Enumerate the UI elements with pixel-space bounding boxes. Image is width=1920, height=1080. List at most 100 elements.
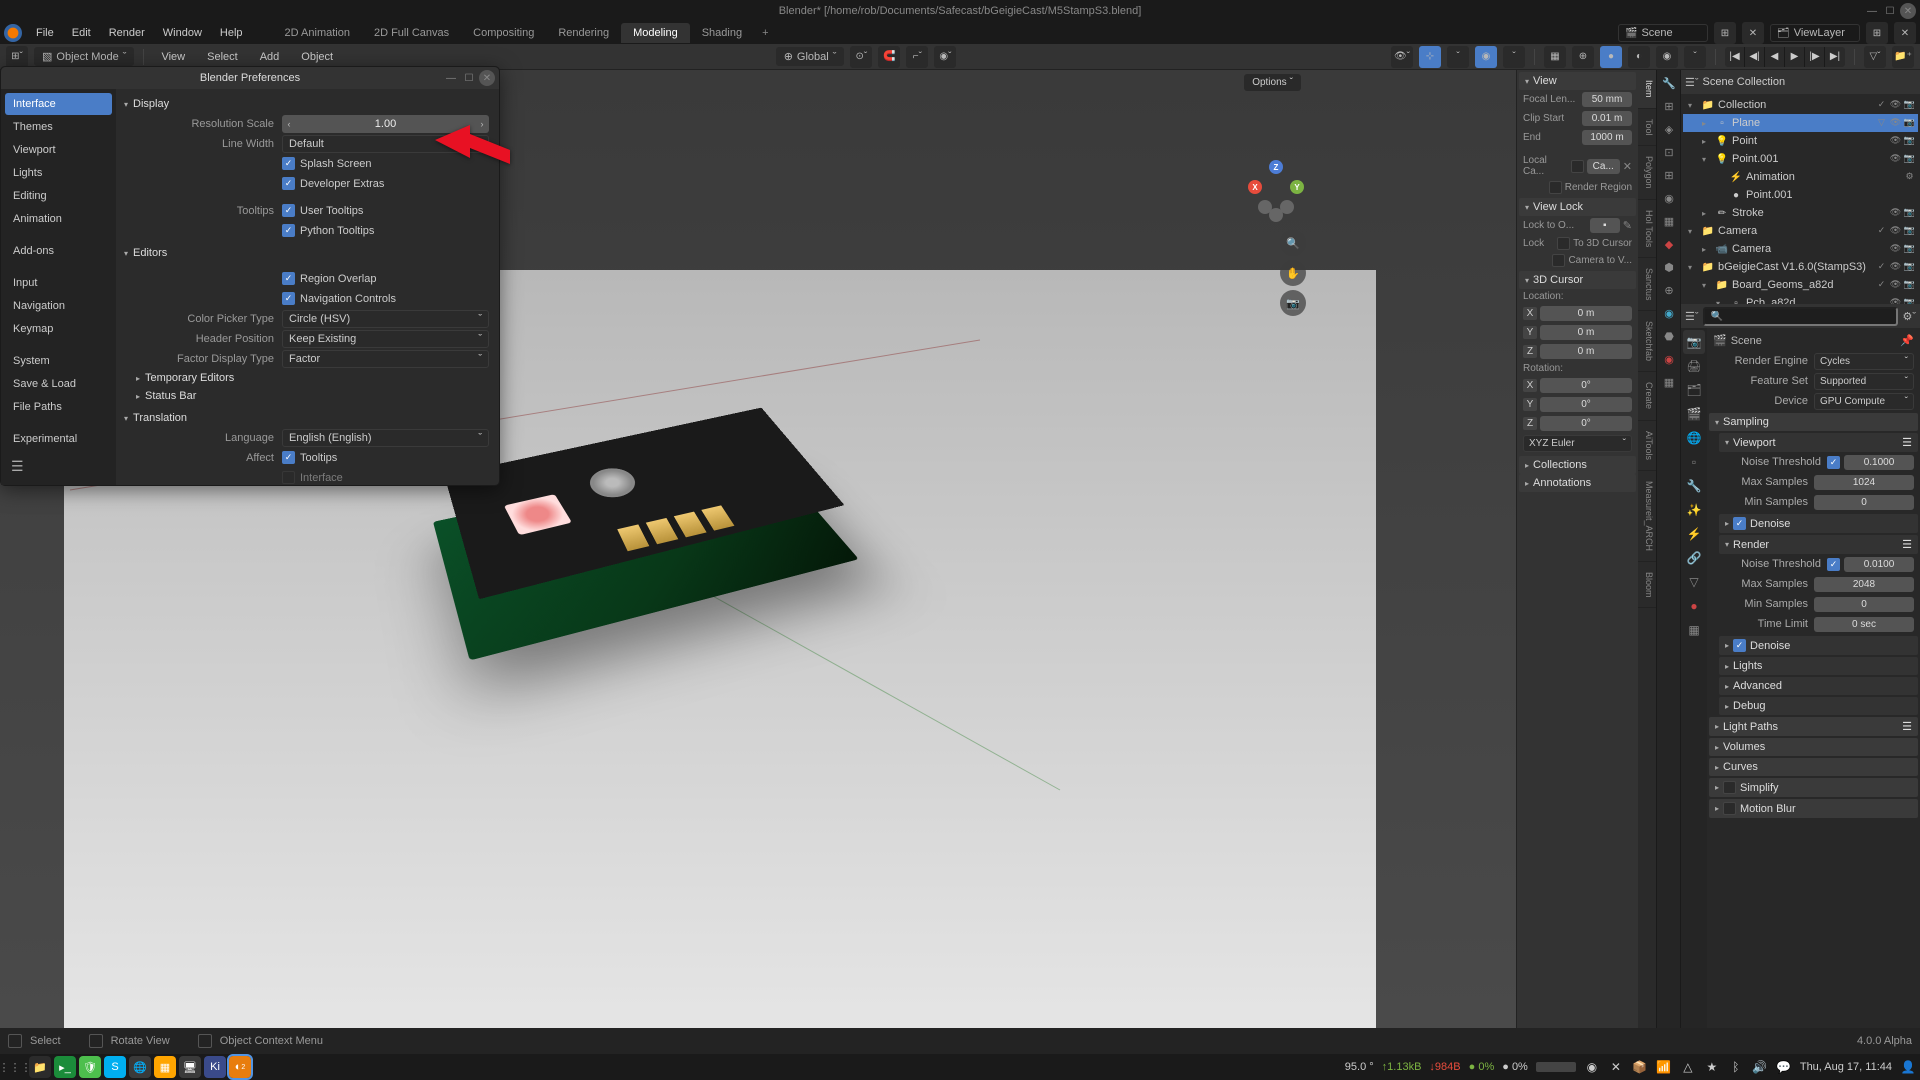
- simplify-header[interactable]: ▸Simplify: [1709, 778, 1918, 797]
- pivot-icon[interactable]: ⊙ˇ: [850, 46, 872, 68]
- visibility-icon[interactable]: 👁ˇ: [1391, 46, 1413, 68]
- jump-end-icon[interactable]: ▶|: [1825, 47, 1845, 67]
- render-props-tab[interactable]: 📷: [1683, 330, 1705, 354]
- menu-select[interactable]: Select: [199, 49, 246, 65]
- cursor-rx-field[interactable]: 0°: [1540, 378, 1632, 393]
- notification-tray-icon[interactable]: 💬: [1776, 1059, 1792, 1075]
- files-app-icon[interactable]: 📁: [29, 1056, 51, 1078]
- jump-keyframe-fwd-icon[interactable]: |▶: [1805, 47, 1825, 67]
- temp-editors-header[interactable]: ▸Temporary Editors: [122, 369, 489, 387]
- workspace-tab[interactable]: Shading: [690, 23, 754, 43]
- nav-controls-checkbox[interactable]: ✓: [282, 292, 295, 305]
- app-icon[interactable]: 🛡: [79, 1056, 101, 1078]
- outliner-row[interactable]: ▸📹Camera👁📷: [1683, 240, 1918, 258]
- prefs-category[interactable]: Navigation: [5, 295, 112, 317]
- clear-icon[interactable]: ✕: [1623, 160, 1632, 173]
- shading-options[interactable]: ˇ: [1684, 46, 1706, 68]
- tool-icon[interactable]: ⊞: [1658, 95, 1680, 117]
- workspace-tab[interactable]: Modeling: [621, 23, 690, 43]
- user-tray-icon[interactable]: 👤: [1900, 1059, 1916, 1075]
- output-props-tab[interactable]: 🖨: [1683, 354, 1705, 378]
- collections-panel-header[interactable]: ▸Collections: [1519, 456, 1636, 474]
- minimize-button[interactable]: —: [1864, 3, 1880, 19]
- gizmo-toggle[interactable]: ⊹: [1419, 46, 1441, 68]
- snap-toggle[interactable]: 🧲: [878, 46, 900, 68]
- menu-file[interactable]: File: [28, 25, 62, 41]
- mode-selector[interactable]: ▧ Object Mode ˇ: [34, 47, 134, 66]
- npanel-tab[interactable]: Sketchfab: [1638, 311, 1656, 372]
- annotations-panel-header[interactable]: ▸Annotations: [1519, 474, 1636, 492]
- viewport-options[interactable]: Options ˇ: [1244, 74, 1301, 91]
- calc-app-icon[interactable]: 🖥: [179, 1056, 201, 1078]
- status-bar-header[interactable]: ▸Status Bar: [122, 387, 489, 405]
- python-tooltips-checkbox[interactable]: ✓: [282, 224, 295, 237]
- editor-type-icon[interactable]: ☰ˇ: [1685, 76, 1699, 89]
- denoise-r-checkbox[interactable]: ✓: [1733, 639, 1746, 652]
- cursor-rz-field[interactable]: 0°: [1540, 416, 1632, 431]
- editor-type-icon[interactable]: ⊞ˇ: [6, 46, 28, 68]
- prefs-maximize-button[interactable]: ☐: [461, 70, 477, 86]
- curves-header[interactable]: ▸Curves: [1709, 758, 1918, 776]
- npanel-tab[interactable]: Create: [1638, 372, 1656, 420]
- prefs-category[interactable]: Editing: [5, 185, 112, 207]
- decrement-icon[interactable]: ‹: [282, 119, 296, 129]
- sampling-header[interactable]: ▾Sampling: [1709, 413, 1918, 431]
- tray-icon[interactable]: ★: [1704, 1059, 1720, 1075]
- npanel-tab[interactable]: Item: [1638, 70, 1656, 109]
- prefs-category[interactable]: Save & Load: [5, 373, 112, 395]
- tool-icon[interactable]: ⊞: [1658, 164, 1680, 186]
- preset-icon[interactable]: ☰: [1902, 720, 1912, 733]
- clock[interactable]: Thu, Aug 17, 11:44: [1800, 1061, 1892, 1073]
- euler-mode-select[interactable]: XYZ Eulerˇ: [1523, 435, 1632, 452]
- lock-cursor-checkbox[interactable]: [1557, 237, 1570, 250]
- rendered-shading[interactable]: ◉: [1656, 46, 1678, 68]
- affect-tooltips-checkbox[interactable]: ✓: [282, 451, 295, 464]
- debug-header[interactable]: ▸Debug: [1719, 697, 1918, 715]
- denoise-checkbox[interactable]: ✓: [1733, 517, 1746, 530]
- zoom-icon[interactable]: 🔍: [1280, 230, 1306, 256]
- prefs-category[interactable]: Lights: [5, 162, 112, 184]
- gizmo-options[interactable]: ˇ: [1447, 46, 1469, 68]
- prefs-category[interactable]: Add-ons: [5, 240, 112, 262]
- device-select[interactable]: GPU Computeˇ: [1814, 393, 1914, 410]
- menu-object[interactable]: Object: [293, 49, 341, 65]
- region-overlap-checkbox[interactable]: ✓: [282, 272, 295, 285]
- world-props-tab[interactable]: 🌐: [1683, 426, 1705, 450]
- xray-toggle[interactable]: ▦: [1544, 46, 1566, 68]
- header-position-select[interactable]: Keep Existingˇ: [282, 330, 489, 348]
- editor-type-icon[interactable]: ☰ˇ: [1685, 310, 1699, 323]
- bluetooth-tray-icon[interactable]: ᛒ: [1728, 1059, 1744, 1075]
- motion-blur-checkbox[interactable]: [1723, 802, 1736, 815]
- prefs-category[interactable]: Animation: [5, 208, 112, 230]
- physics-props-tab[interactable]: ⚡: [1683, 522, 1705, 546]
- dropbox-tray-icon[interactable]: 📦: [1632, 1059, 1648, 1075]
- overlay-toggle[interactable]: ◉: [1475, 46, 1497, 68]
- outliner-row[interactable]: ▾📁Board_Geoms_a82d✓👁📷: [1683, 276, 1918, 294]
- lights-header[interactable]: ▸Lights: [1719, 657, 1918, 675]
- min-samples-field[interactable]: 0: [1814, 495, 1914, 510]
- overlay-options[interactable]: ˇ: [1503, 46, 1525, 68]
- tray-icon[interactable]: ✕: [1608, 1059, 1624, 1075]
- outliner-row[interactable]: ▾📁bGeigieCast V1.6.0(StampS3)✓👁📷: [1683, 258, 1918, 276]
- tool-icon[interactable]: ⊕: [1658, 279, 1680, 301]
- outliner-row[interactable]: ●Point.001: [1683, 186, 1918, 204]
- prefs-category[interactable]: System: [5, 350, 112, 372]
- data-props-tab[interactable]: ▽: [1683, 570, 1705, 594]
- cursor-x-field[interactable]: 0 m: [1540, 306, 1632, 321]
- npanel-tab[interactable]: Sanctus: [1638, 258, 1656, 312]
- preset-icon[interactable]: ☰: [1902, 436, 1912, 449]
- outliner-row[interactable]: ▾▫Pcb_a82d👁📷: [1683, 294, 1918, 304]
- modifier-props-tab[interactable]: 🔧: [1683, 474, 1705, 498]
- denoise-r-header[interactable]: ▸✓Denoise: [1719, 636, 1918, 655]
- tray-icon[interactable]: ◉: [1584, 1059, 1600, 1075]
- kicad-app-icon[interactable]: Ki: [204, 1056, 226, 1078]
- outliner[interactable]: ▾📁Collection✓👁📷▸▫Plane▽👁📷▸💡Point👁📷▾💡Poin…: [1681, 94, 1920, 304]
- menu-window[interactable]: Window: [155, 25, 210, 41]
- cursor-y-field[interactable]: 0 m: [1540, 325, 1632, 340]
- max-samples-r-field[interactable]: 2048: [1814, 577, 1914, 592]
- outliner-row[interactable]: ▾💡Point.001👁📷: [1683, 150, 1918, 168]
- min-samples-r-field[interactable]: 0: [1814, 597, 1914, 612]
- workspace-tab[interactable]: Compositing: [461, 23, 546, 43]
- tool-icon[interactable]: ◆: [1658, 233, 1680, 255]
- volume-tray-icon[interactable]: 🔊: [1752, 1059, 1768, 1075]
